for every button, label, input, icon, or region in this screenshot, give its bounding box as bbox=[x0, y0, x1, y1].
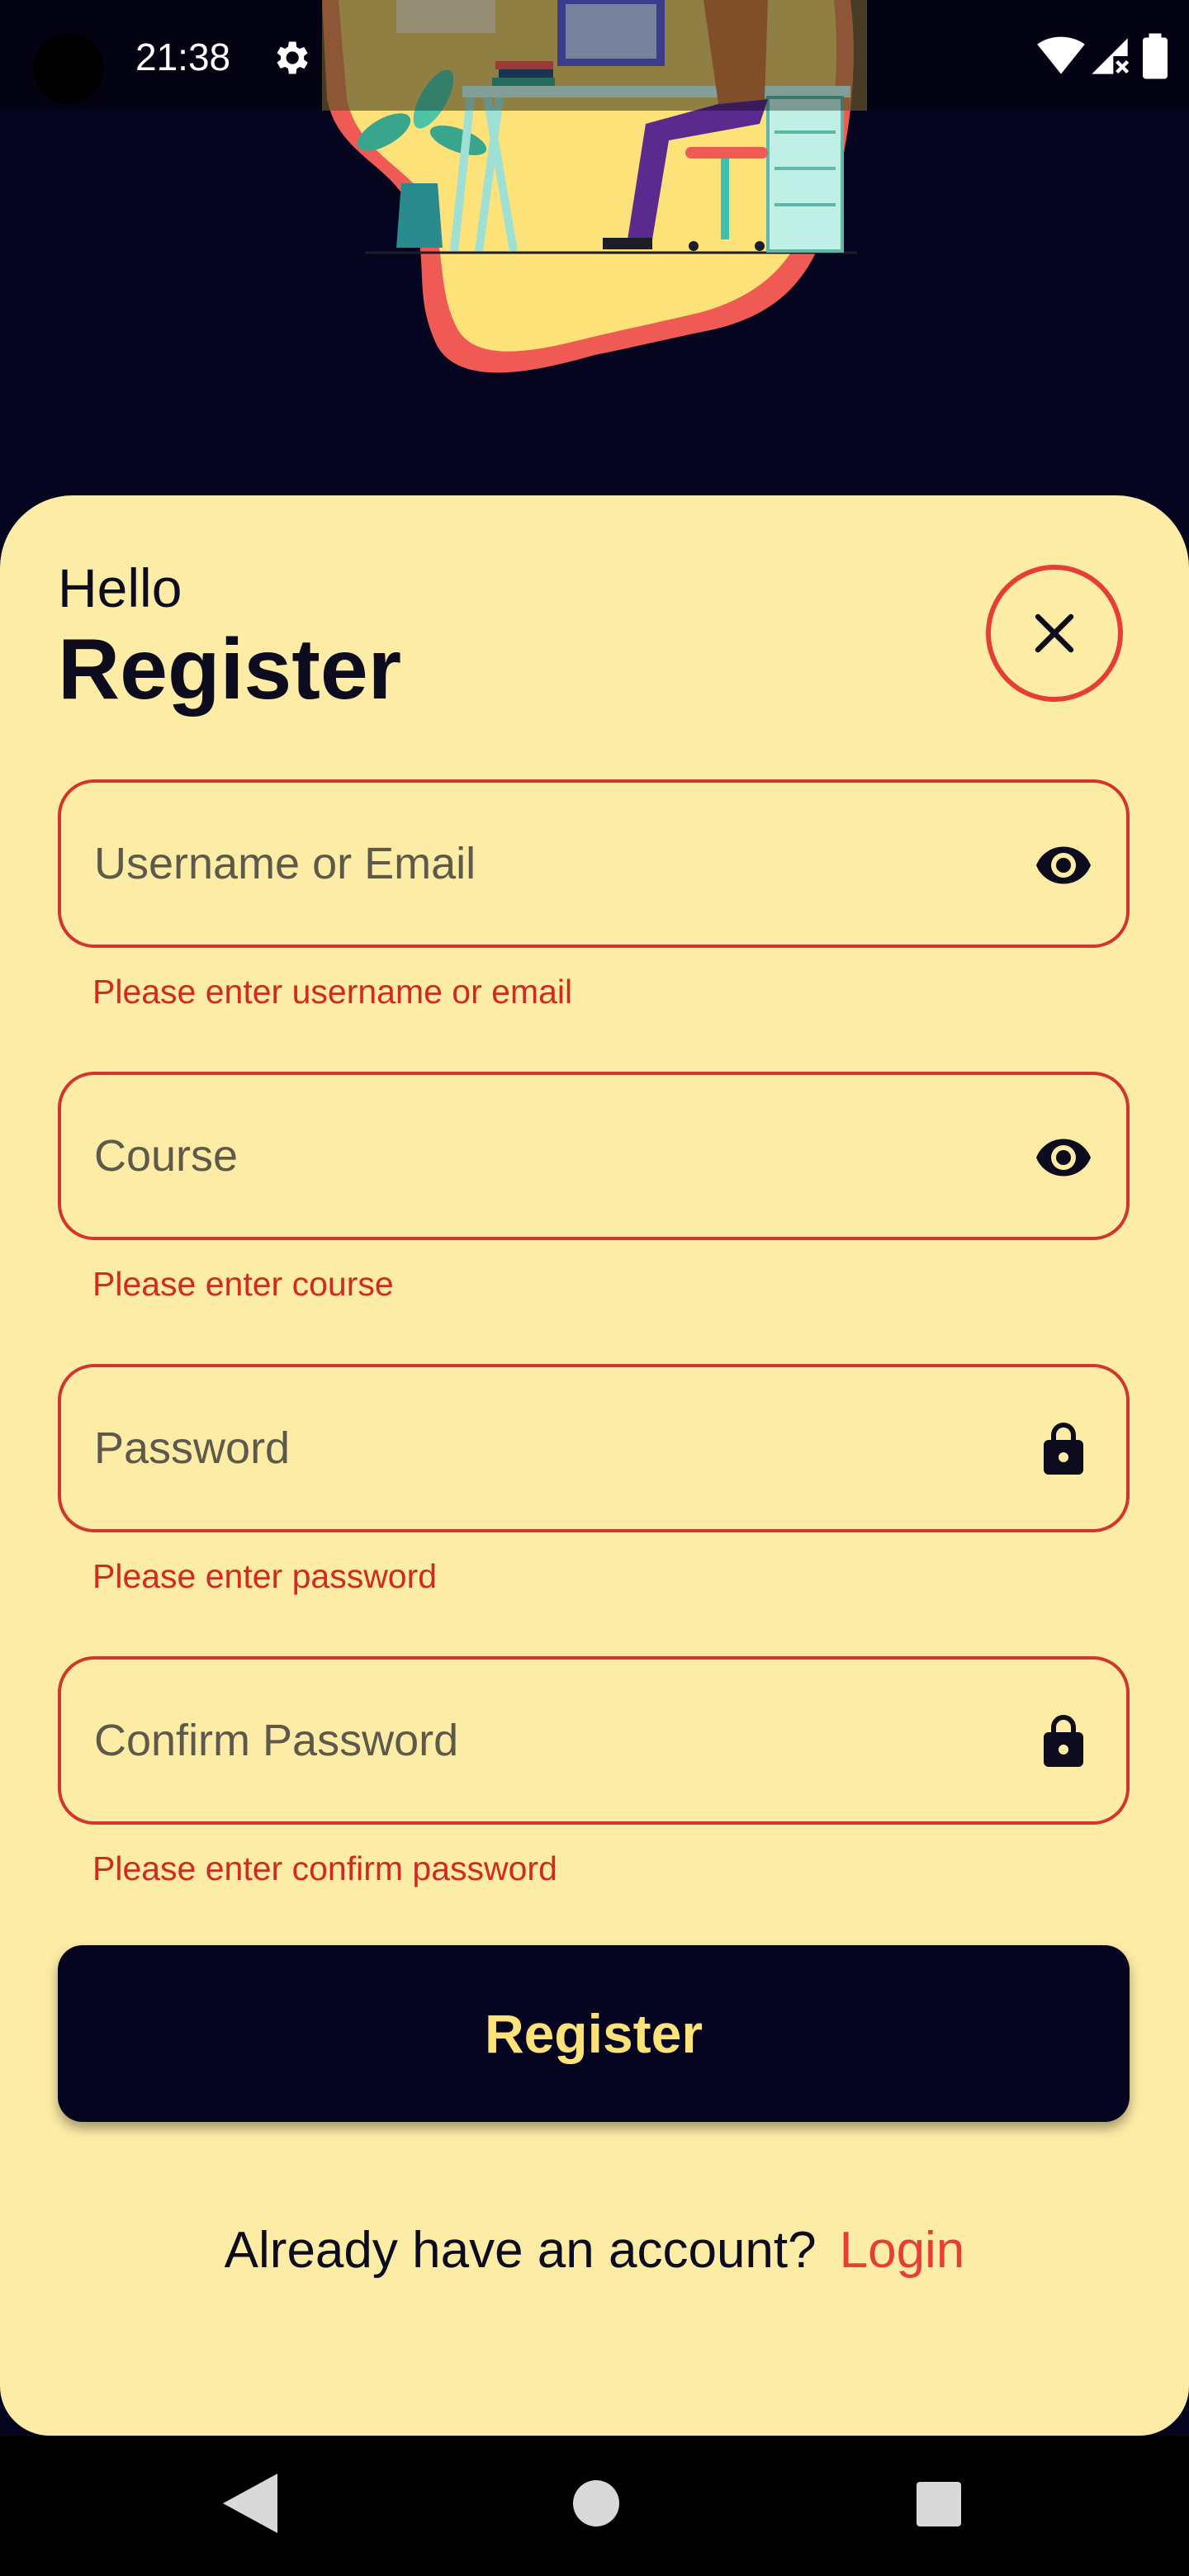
close-icon bbox=[1035, 613, 1074, 653]
back-icon[interactable] bbox=[223, 2474, 277, 2533]
confirm-password-error: Please enter confirm password bbox=[92, 1849, 557, 1887]
battery-icon bbox=[1143, 33, 1168, 79]
login-link[interactable]: Login bbox=[840, 2222, 965, 2279]
password-field[interactable]: Password bbox=[58, 1364, 1130, 1532]
course-field[interactable]: Course bbox=[58, 1072, 1130, 1240]
close-button[interactable] bbox=[986, 565, 1123, 702]
eye-icon[interactable] bbox=[1034, 1128, 1093, 1187]
wifi-icon bbox=[1037, 36, 1085, 74]
course-placeholder: Course bbox=[94, 1131, 239, 1181]
recents-icon[interactable] bbox=[917, 2482, 961, 2526]
login-prompt-text: Already have an account? bbox=[224, 2222, 817, 2279]
status-bar: 21:38 bbox=[0, 0, 1189, 111]
eye-icon[interactable] bbox=[1034, 836, 1093, 895]
status-time: 21:38 bbox=[135, 36, 231, 78]
home-icon[interactable] bbox=[573, 2480, 619, 2526]
navigation-bar bbox=[0, 2436, 1189, 2576]
username-email-placeholder: Username or Email bbox=[94, 839, 476, 888]
username-email-error: Please enter username or email bbox=[92, 973, 573, 1011]
gear-icon bbox=[277, 41, 308, 74]
login-prompt: Already have an account? Login bbox=[0, 2221, 1189, 2280]
confirm-password-placeholder: Confirm Password bbox=[94, 1716, 459, 1765]
password-error: Please enter password bbox=[92, 1557, 438, 1595]
camera-cutout bbox=[33, 33, 104, 104]
register-card: Hello Register Username or Email Please … bbox=[0, 495, 1189, 2436]
username-email-field[interactable]: Username or Email bbox=[58, 779, 1130, 948]
confirm-password-field[interactable]: Confirm Password bbox=[58, 1656, 1130, 1825]
lock-icon[interactable] bbox=[1034, 1420, 1093, 1480]
greeting-text: Hello bbox=[58, 557, 182, 618]
register-button-label: Register bbox=[484, 2003, 703, 2064]
course-error: Please enter course bbox=[92, 1265, 394, 1303]
lock-icon[interactable] bbox=[1034, 1712, 1093, 1772]
page-title: Register bbox=[58, 622, 402, 717]
signal-icon bbox=[1092, 38, 1130, 74]
register-button[interactable]: Register bbox=[58, 1945, 1130, 2122]
password-placeholder: Password bbox=[94, 1423, 291, 1473]
